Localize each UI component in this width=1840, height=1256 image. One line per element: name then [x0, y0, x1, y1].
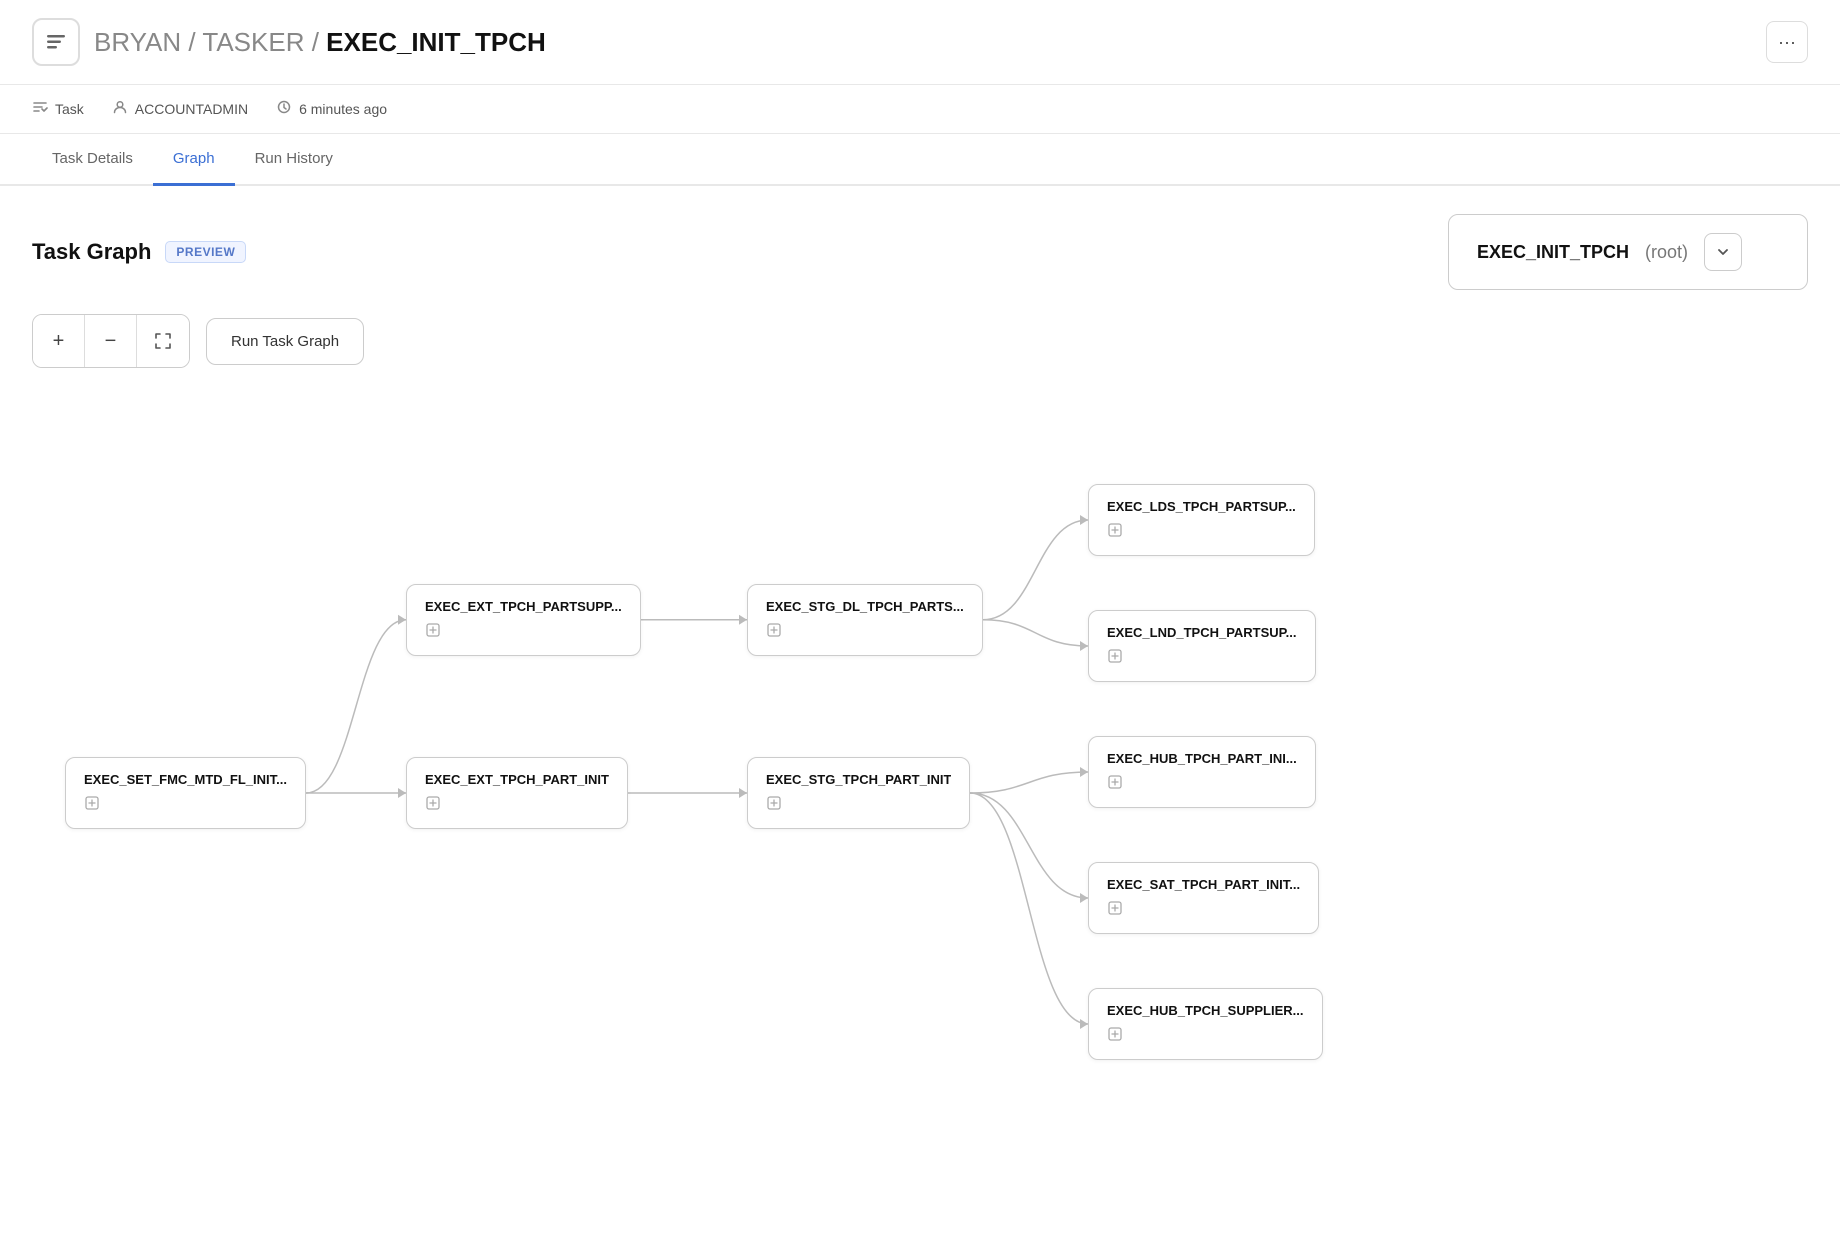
root-selector-name: EXEC_INIT_TPCH: [1477, 242, 1629, 263]
task-node-label-n4: EXEC_STG_DL_TPCH_PARTS...: [766, 599, 964, 614]
task-node-icon-n1: [84, 795, 287, 814]
connector-svg: [32, 400, 1808, 1100]
breadcrumb-task[interactable]: EXEC_INIT_TPCH: [326, 27, 546, 57]
task-node-label-n6: EXEC_LDS_TPCH_PARTSUP...: [1107, 499, 1296, 514]
graph-header: Task Graph PREVIEW EXEC_INIT_TPCH (root): [32, 214, 1808, 290]
tab-graph[interactable]: Graph: [153, 134, 235, 186]
app-icon: [32, 18, 80, 66]
task-icon: [32, 99, 48, 119]
task-node-icon-n7: [1107, 648, 1297, 667]
task-node-n1[interactable]: EXEC_SET_FMC_MTD_FL_INIT...: [65, 757, 306, 829]
more-options-button[interactable]: ···: [1766, 21, 1808, 63]
breadcrumb-user[interactable]: BRYAN: [94, 27, 181, 57]
breadcrumb-sep2: /: [305, 27, 327, 57]
graph-canvas: EXEC_SET_FMC_MTD_FL_INIT... EXEC_EXT_TPCH…: [32, 400, 1808, 1100]
task-node-label-n7: EXEC_LND_TPCH_PARTSUP...: [1107, 625, 1297, 640]
graph-title-area: Task Graph PREVIEW: [32, 239, 246, 265]
zoom-in-button[interactable]: +: [33, 315, 85, 367]
task-node-n3[interactable]: EXEC_EXT_TPCH_PART_INIT: [406, 757, 628, 829]
task-node-n6[interactable]: EXEC_LDS_TPCH_PARTSUP...: [1088, 484, 1315, 556]
task-node-icon-n5: [766, 795, 951, 814]
task-node-n9[interactable]: EXEC_SAT_TPCH_PART_INIT...: [1088, 862, 1319, 934]
task-node-label-n2: EXEC_EXT_TPCH_PARTSUPP...: [425, 599, 622, 614]
meta-owner-label: ACCOUNTADMIN: [135, 101, 248, 117]
task-node-icon-n8: [1107, 774, 1297, 793]
task-node-icon-n9: [1107, 900, 1300, 919]
task-node-label-n1: EXEC_SET_FMC_MTD_FL_INIT...: [84, 772, 287, 787]
breadcrumb: BRYAN / TASKER / EXEC_INIT_TPCH: [94, 27, 546, 58]
task-node-icon-n10: [1107, 1026, 1304, 1045]
meta-time-label: 6 minutes ago: [299, 101, 387, 117]
task-node-label-n9: EXEC_SAT_TPCH_PART_INIT...: [1107, 877, 1300, 892]
task-node-label-n10: EXEC_HUB_TPCH_SUPPLIER...: [1107, 1003, 1304, 1018]
tabs: Task Details Graph Run History: [0, 134, 1840, 186]
header-left: BRYAN / TASKER / EXEC_INIT_TPCH: [32, 18, 546, 66]
more-icon: ···: [1778, 32, 1796, 53]
controls-row: + − Run Task Graph: [32, 314, 1808, 368]
task-node-n5[interactable]: EXEC_STG_TPCH_PART_INIT: [747, 757, 970, 829]
task-node-icon-n3: [425, 795, 609, 814]
meta-type: Task: [32, 99, 84, 119]
task-node-icon-n2: [425, 622, 622, 641]
task-node-label-n3: EXEC_EXT_TPCH_PART_INIT: [425, 772, 609, 787]
main-content: Task Graph PREVIEW EXEC_INIT_TPCH (root)…: [0, 186, 1840, 1128]
zoom-controls: + −: [32, 314, 190, 368]
zoom-fullscreen-button[interactable]: [137, 315, 189, 367]
root-selector[interactable]: EXEC_INIT_TPCH (root): [1448, 214, 1808, 290]
preview-badge: PREVIEW: [165, 241, 246, 263]
root-selector-suffix: (root): [1645, 242, 1688, 263]
meta-type-label: Task: [55, 101, 84, 117]
owner-icon: [112, 99, 128, 119]
meta-time: 6 minutes ago: [276, 99, 387, 119]
task-node-label-n8: EXEC_HUB_TPCH_PART_INI...: [1107, 751, 1297, 766]
graph-title: Task Graph: [32, 239, 151, 265]
meta-owner: ACCOUNTADMIN: [112, 99, 248, 119]
task-node-icon-n6: [1107, 522, 1296, 541]
tab-task-details[interactable]: Task Details: [32, 134, 153, 186]
meta-bar: Task ACCOUNTADMIN 6 minutes ago: [0, 85, 1840, 134]
zoom-out-button[interactable]: −: [85, 315, 137, 367]
breadcrumb-app[interactable]: TASKER: [202, 27, 304, 57]
task-node-n10[interactable]: EXEC_HUB_TPCH_SUPPLIER...: [1088, 988, 1323, 1060]
run-task-graph-button[interactable]: Run Task Graph: [206, 318, 364, 365]
page-header: BRYAN / TASKER / EXEC_INIT_TPCH ···: [0, 0, 1840, 85]
task-node-n2[interactable]: EXEC_EXT_TPCH_PARTSUPP...: [406, 584, 641, 656]
task-node-n4[interactable]: EXEC_STG_DL_TPCH_PARTS...: [747, 584, 983, 656]
task-node-n7[interactable]: EXEC_LND_TPCH_PARTSUP...: [1088, 610, 1316, 682]
tab-run-history[interactable]: Run History: [235, 134, 353, 186]
breadcrumb-sep1: /: [181, 27, 202, 57]
clock-icon: [276, 99, 292, 119]
task-node-n8[interactable]: EXEC_HUB_TPCH_PART_INI...: [1088, 736, 1316, 808]
task-node-label-n5: EXEC_STG_TPCH_PART_INIT: [766, 772, 951, 787]
root-dropdown-button[interactable]: [1704, 233, 1742, 271]
task-node-icon-n4: [766, 622, 964, 641]
